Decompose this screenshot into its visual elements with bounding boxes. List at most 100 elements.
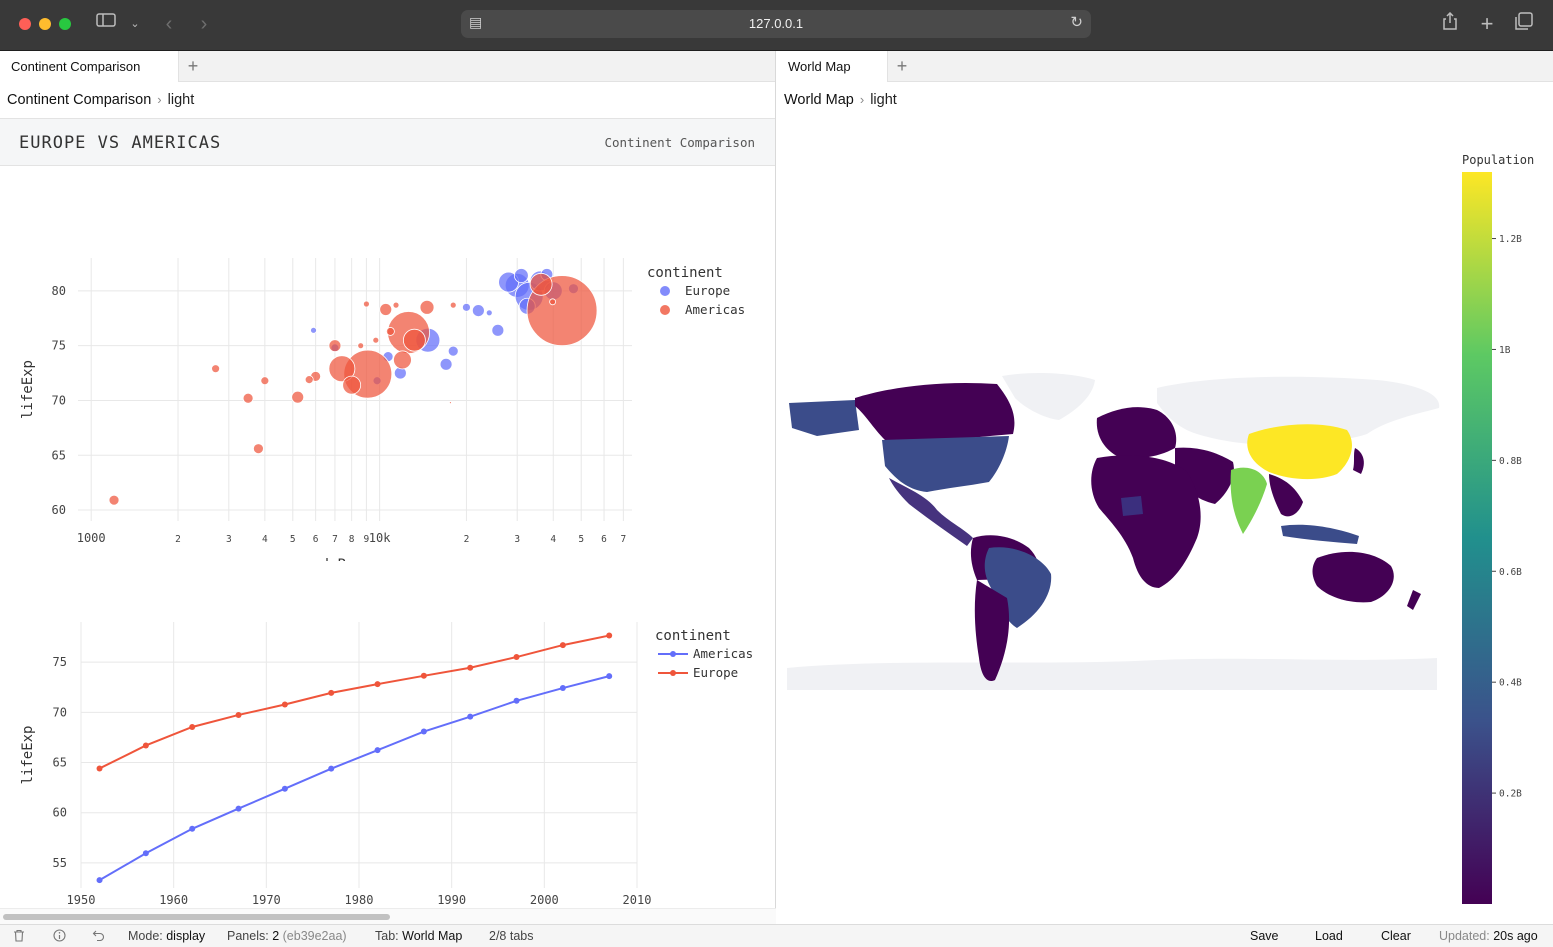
europe-point[interactable] <box>374 681 381 688</box>
americas-point[interactable] <box>374 747 381 754</box>
europe-point[interactable] <box>96 765 103 772</box>
americas-point[interactable] <box>328 765 335 772</box>
americas-bubble[interactable] <box>328 339 342 353</box>
minimize-window-button[interactable] <box>39 18 51 30</box>
europe-bubble[interactable] <box>447 345 459 357</box>
americas-bubble[interactable] <box>260 376 270 386</box>
americas-bubble[interactable] <box>242 392 254 404</box>
europe-point[interactable] <box>420 672 427 679</box>
address-bar[interactable]: ▤ 127.0.0.1 ↻ <box>461 10 1091 38</box>
europe-point[interactable] <box>606 632 613 639</box>
tabs-overview-icon[interactable] <box>1512 12 1536 36</box>
save-button[interactable]: Save <box>1250 929 1279 943</box>
americas-bubble[interactable] <box>357 342 365 350</box>
americas-bubble[interactable] <box>372 336 380 344</box>
europe-point[interactable] <box>189 723 196 730</box>
americas-bubble[interactable] <box>342 375 362 395</box>
americas-bubble[interactable] <box>549 298 557 306</box>
americas-bubble[interactable] <box>386 327 395 336</box>
americas-point[interactable] <box>235 805 242 812</box>
americas-point[interactable] <box>420 728 427 735</box>
americas-point[interactable] <box>142 850 149 857</box>
americas-bubble[interactable] <box>529 272 553 296</box>
americas-bubble[interactable] <box>379 303 393 316</box>
europe-point[interactable] <box>328 689 335 696</box>
share-icon[interactable] <box>1438 11 1462 36</box>
legend-label[interactable]: Americas <box>685 302 745 317</box>
americas-point[interactable] <box>513 697 520 704</box>
tab-continent-comparison[interactable]: Continent Comparison <box>0 51 179 82</box>
back-icon[interactable]: ‹ <box>157 12 181 36</box>
americas-point[interactable] <box>559 685 566 692</box>
x-tick-label: 7 <box>620 534 626 545</box>
x-tick-label: 5 <box>290 534 296 545</box>
americas-line[interactable] <box>99 675 610 882</box>
load-button[interactable]: Load <box>1315 929 1343 943</box>
americas-bubble[interactable] <box>211 364 221 374</box>
europe-point[interactable] <box>235 711 242 718</box>
americas-bubble[interactable] <box>393 350 412 370</box>
legend-label[interactable]: Europe <box>685 283 730 298</box>
legend-label[interactable]: Americas <box>693 646 753 661</box>
americas-point[interactable] <box>467 713 474 720</box>
y-tick-label: 55 <box>53 856 67 870</box>
europe-bubble[interactable] <box>310 326 317 334</box>
americas-bubble[interactable] <box>449 301 457 309</box>
americas-bubble[interactable] <box>392 301 400 309</box>
europe-bubble[interactable] <box>485 309 493 317</box>
europe-bubble[interactable] <box>491 323 505 337</box>
americas-bubble[interactable] <box>291 390 305 404</box>
undo-icon[interactable] <box>92 929 105 944</box>
right-panel: World Map + World Map › light Population… <box>777 51 1553 924</box>
americas-bubble[interactable] <box>108 494 120 506</box>
breadcrumb-root[interactable]: Continent Comparison <box>7 92 151 108</box>
europe-point[interactable] <box>281 701 288 708</box>
y-tick-label: 75 <box>52 339 66 353</box>
americas-bubble[interactable] <box>304 375 314 385</box>
legend-label[interactable]: Europe <box>693 665 738 680</box>
europe-bubble[interactable] <box>439 357 453 371</box>
y-tick-label: 65 <box>52 448 66 462</box>
europe-point[interactable] <box>467 664 474 671</box>
europe-point[interactable] <box>513 654 520 661</box>
americas-bubble[interactable] <box>253 443 264 455</box>
maximize-window-button[interactable] <box>59 18 71 30</box>
europe-bubble[interactable] <box>471 304 485 317</box>
colorbar-tick-label: 0.4B <box>1499 678 1522 689</box>
europe-bubble[interactable] <box>462 302 471 312</box>
americas-point[interactable] <box>281 785 288 792</box>
x-tick-label: 3 <box>226 534 232 545</box>
americas-point[interactable] <box>96 877 103 884</box>
scrollbar-thumb[interactable] <box>3 914 390 920</box>
trash-icon[interactable] <box>13 929 25 945</box>
clear-button[interactable]: Clear <box>1381 929 1411 943</box>
americas-bubble[interactable] <box>419 299 435 315</box>
europe-point[interactable] <box>142 742 149 749</box>
forward-icon[interactable]: › <box>192 12 216 36</box>
americas-point[interactable] <box>189 825 196 832</box>
new-tab-icon[interactable]: + <box>1475 12 1499 36</box>
legend-marker <box>660 286 670 296</box>
add-tab-icon[interactable]: + <box>182 56 204 78</box>
americas-bubble[interactable] <box>402 328 426 352</box>
x-tick-label: 2010 <box>623 893 652 906</box>
horizontal-scrollbar[interactable] <box>0 908 776 924</box>
americas-bubble[interactable] <box>449 401 452 405</box>
europe-point[interactable] <box>559 642 566 649</box>
reload-icon[interactable]: ↻ <box>1070 13 1083 31</box>
europe-line[interactable] <box>99 634 610 770</box>
sidebar-icon[interactable] <box>94 12 118 36</box>
browser-toolbar: ⌄ ‹ › ▤ 127.0.0.1 ↻ + <box>0 0 1553 51</box>
close-window-button[interactable] <box>19 18 31 30</box>
info-icon[interactable] <box>53 929 66 945</box>
americas-bubble[interactable] <box>363 300 370 308</box>
add-tab-icon[interactable]: + <box>891 56 913 78</box>
x-tick-label: 6 <box>313 534 319 545</box>
europe-bubble[interactable] <box>513 268 529 283</box>
breadcrumb-root[interactable]: World Map <box>784 92 854 108</box>
x-tick-label: 1000 <box>77 531 106 545</box>
tab-label: Tab: <box>375 929 399 943</box>
americas-point[interactable] <box>606 673 613 680</box>
tab-world-map[interactable]: World Map <box>777 51 888 82</box>
chevron-down-icon[interactable]: ⌄ <box>123 12 147 36</box>
